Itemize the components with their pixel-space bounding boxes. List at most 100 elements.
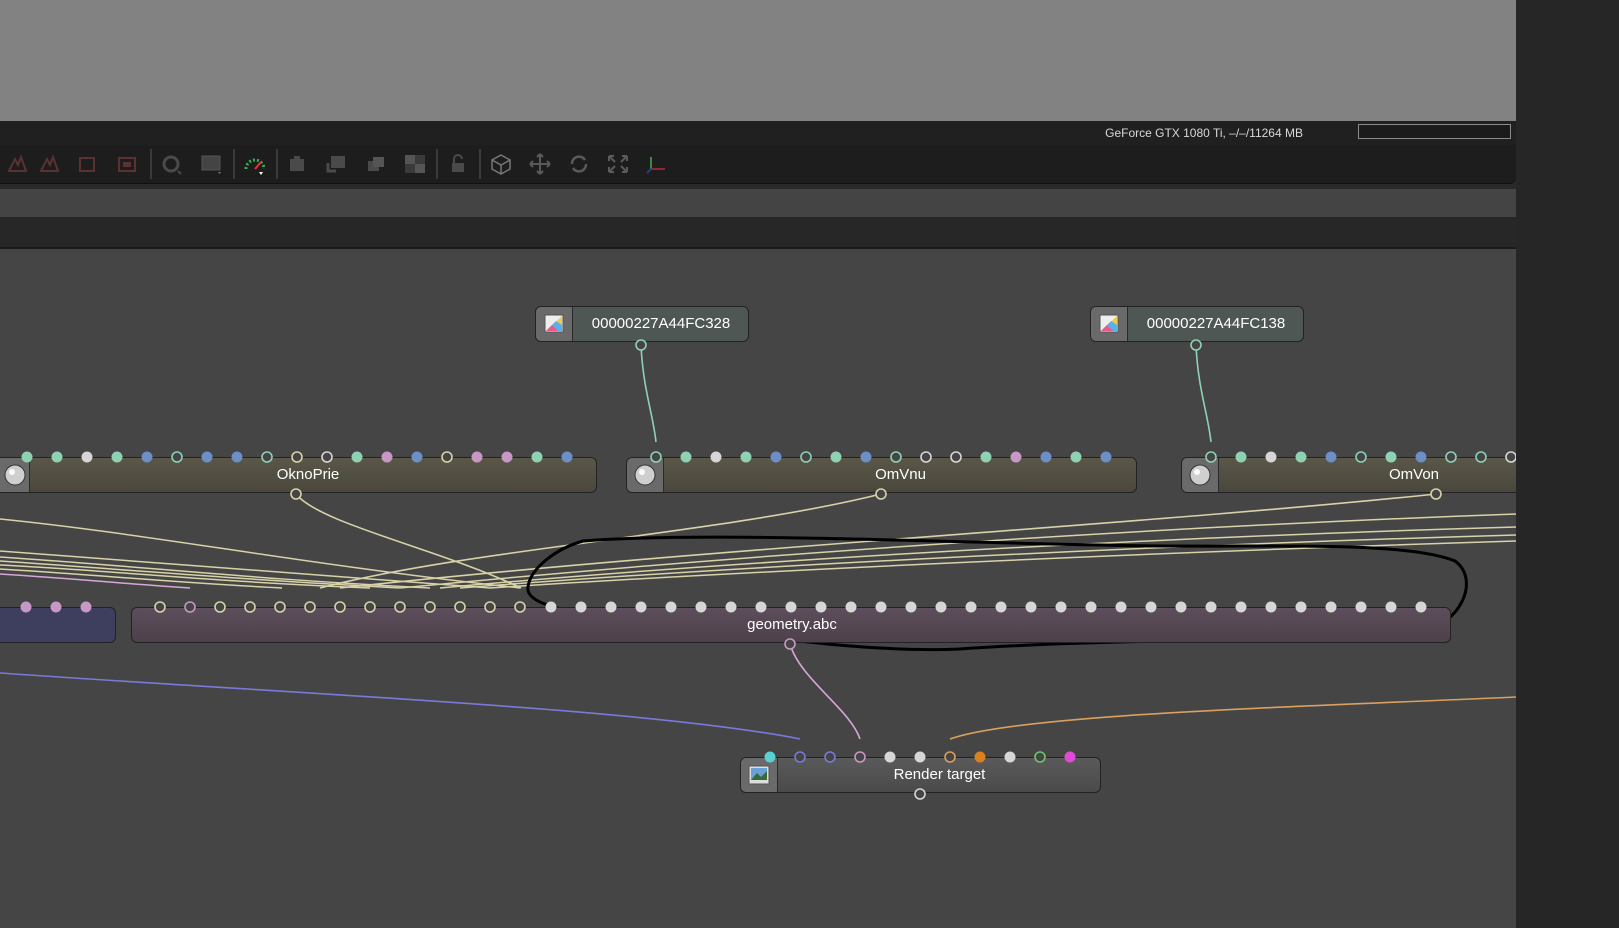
node-pin[interactable] [770, 451, 782, 463]
node-pin[interactable] [1385, 451, 1397, 463]
node-pin[interactable] [965, 601, 977, 613]
node-pin[interactable] [1010, 451, 1022, 463]
node-pin[interactable] [214, 601, 226, 613]
node-pin[interactable] [944, 751, 956, 763]
node-pins[interactable] [0, 249, 1516, 928]
node-pin[interactable] [665, 601, 677, 613]
node-pin[interactable] [740, 451, 752, 463]
node-pin[interactable] [1355, 601, 1367, 613]
node-pin[interactable] [605, 601, 617, 613]
camera-icon[interactable] [160, 153, 184, 175]
scene-icon[interactable] [115, 153, 139, 175]
node-pin[interactable] [845, 601, 857, 613]
node-pin[interactable] [830, 451, 842, 463]
region-icon[interactable] [200, 153, 224, 175]
node-pin[interactable] [1325, 601, 1337, 613]
node-pin[interactable] [794, 751, 806, 763]
paste-icon[interactable] [325, 153, 349, 175]
node-pin[interactable] [531, 451, 543, 463]
node-graph-editor[interactable]: 00000227A44FC328 00000227A44FC138 OknoPr… [0, 249, 1516, 928]
node-pin[interactable] [1295, 601, 1307, 613]
node-pin[interactable] [411, 451, 423, 463]
node-pin[interactable] [261, 451, 273, 463]
node-pin[interactable] [394, 601, 406, 613]
node-pin[interactable] [184, 601, 196, 613]
node-pin[interactable] [1265, 451, 1277, 463]
node-pin[interactable] [334, 601, 346, 613]
node-pin[interactable] [980, 451, 992, 463]
node-pin[interactable] [950, 451, 962, 463]
node-pin[interactable] [21, 451, 33, 463]
node-pin[interactable] [141, 451, 153, 463]
node-pin[interactable] [920, 451, 932, 463]
node-pin[interactable] [995, 601, 1007, 613]
node-pin[interactable] [875, 488, 887, 500]
node-pin[interactable] [501, 451, 513, 463]
node-pin[interactable] [424, 601, 436, 613]
node-pin[interactable] [1295, 451, 1307, 463]
node-pin[interactable] [710, 451, 722, 463]
checker-icon[interactable] [403, 153, 427, 175]
node-pin[interactable] [650, 451, 662, 463]
node-pin[interactable] [1070, 451, 1082, 463]
node-pin[interactable] [1235, 451, 1247, 463]
node-pin[interactable] [1235, 601, 1247, 613]
node-pin[interactable] [854, 751, 866, 763]
node-pin[interactable] [51, 451, 63, 463]
lock-icon[interactable] [446, 153, 470, 175]
node-pin[interactable] [291, 451, 303, 463]
node-pin[interactable] [1205, 601, 1217, 613]
node-pin[interactable] [1004, 751, 1016, 763]
node-pin[interactable] [545, 601, 557, 613]
node-pin[interactable] [1205, 451, 1217, 463]
node-pin[interactable] [635, 339, 647, 351]
node-pin[interactable] [454, 601, 466, 613]
node-pin[interactable] [725, 601, 737, 613]
node-pin[interactable] [575, 601, 587, 613]
node-pin[interactable] [154, 601, 166, 613]
rotate-icon[interactable] [567, 153, 591, 175]
node-pin[interactable] [785, 601, 797, 613]
node-pin[interactable] [635, 601, 647, 613]
performance-gauge-icon[interactable] [243, 153, 267, 175]
node-pin[interactable] [1475, 451, 1487, 463]
node-pin[interactable] [914, 751, 926, 763]
node-pin[interactable] [1115, 601, 1127, 613]
scene-icon[interactable] [6, 153, 30, 175]
node-pin[interactable] [304, 601, 316, 613]
node-pin[interactable] [1325, 451, 1337, 463]
axis-icon[interactable] [645, 153, 669, 175]
node-pin[interactable] [905, 601, 917, 613]
node-pin[interactable] [935, 601, 947, 613]
node-pin[interactable] [441, 451, 453, 463]
node-pin[interactable] [1415, 601, 1427, 613]
node-pin[interactable] [1265, 601, 1277, 613]
node-pin[interactable] [111, 451, 123, 463]
move-icon[interactable] [528, 153, 552, 175]
node-pin[interactable] [1040, 451, 1052, 463]
node-pin[interactable] [364, 601, 376, 613]
node-pin[interactable] [381, 451, 393, 463]
node-pin[interactable] [20, 601, 32, 613]
node-pin[interactable] [680, 451, 692, 463]
node-pin[interactable] [755, 601, 767, 613]
node-pin[interactable] [351, 451, 363, 463]
scene-icon[interactable] [38, 153, 62, 175]
node-pin[interactable] [1190, 339, 1202, 351]
node-pin[interactable] [50, 601, 62, 613]
layers-icon[interactable] [364, 153, 388, 175]
node-pin[interactable] [80, 601, 92, 613]
node-pin[interactable] [274, 601, 286, 613]
node-pin[interactable] [1445, 451, 1457, 463]
node-pin[interactable] [471, 451, 483, 463]
node-pin[interactable] [244, 601, 256, 613]
node-pin[interactable] [290, 488, 302, 500]
node-pin[interactable] [81, 451, 93, 463]
node-pin[interactable] [171, 451, 183, 463]
node-pin[interactable] [824, 751, 836, 763]
node-pin[interactable] [1430, 488, 1442, 500]
scene-icon[interactable] [76, 153, 100, 175]
node-pin[interactable] [800, 451, 812, 463]
node-pin[interactable] [914, 788, 926, 800]
node-pin[interactable] [695, 601, 707, 613]
